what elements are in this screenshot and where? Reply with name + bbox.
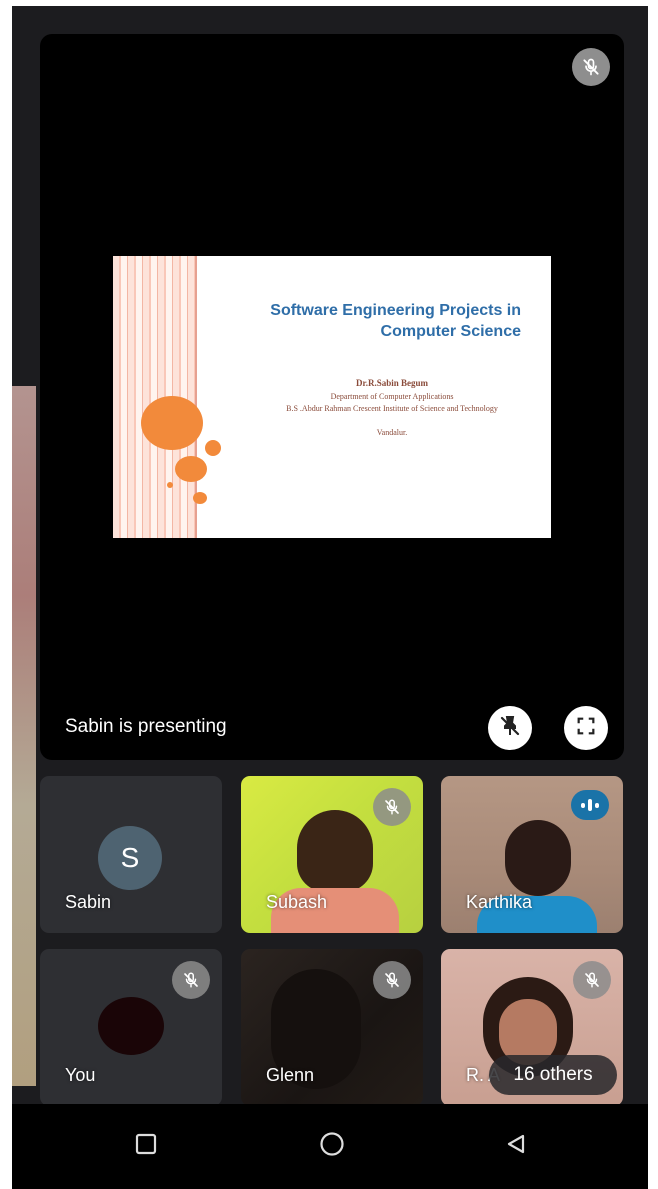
mic-off-icon [572,48,610,86]
slide-dot [205,440,221,456]
presentation-stage[interactable]: Software Engineering Projects in Compute… [40,34,624,760]
slide-author-name: Dr.R.Sabin Begum [356,378,428,388]
participant-tile-subash[interactable]: Subash [241,776,423,933]
video-feed [505,820,571,896]
participant-tile-karthika[interactable]: Karthika [441,776,623,933]
participant-name: Subash [266,892,328,912]
participant-name: Karthika [466,892,533,912]
pin-off-icon [498,714,522,743]
speaking-indicator-icon [571,790,609,820]
mic-off-icon [573,961,611,999]
participant-name: Glenn [266,1065,315,1085]
square-icon [135,1133,157,1160]
participant-tile-glenn[interactable]: Glenn [241,949,423,1106]
shared-slide: Software Engineering Projects in Compute… [113,256,551,538]
triangle-back-icon [505,1133,527,1160]
circle-icon [319,1131,345,1162]
slide-dot [175,456,207,482]
mic-off-icon [373,961,411,999]
slide-author-institute: B.S .Abdur Rahman Crescent Institute of … [286,404,498,413]
wallpaper-edge [12,386,36,1086]
participant-tile-sabin[interactable]: S Sabin [40,776,222,933]
participant-name: Sabin [65,892,112,912]
participant-name: You [65,1065,96,1085]
meet-screen: Software Engineering Projects in Compute… [12,6,648,1189]
recents-button[interactable] [106,1104,186,1189]
slide-dot [193,492,207,504]
system-navigation-bar [12,1104,648,1189]
presenting-status: Sabin is presenting [65,716,227,737]
slide-author-dept: Department of Computer Applications [330,392,454,401]
home-button[interactable] [292,1104,372,1189]
back-button[interactable] [476,1104,556,1189]
others-count-badge[interactable]: 16 others [489,1055,617,1095]
slide-dot [141,396,203,450]
slide-title: Software Engineering Projects in Compute… [270,302,521,340]
mic-off-icon [172,961,210,999]
slide-author-location: Vandalur. [376,428,408,437]
video-feed [297,810,373,892]
avatar: S [98,826,162,890]
participant-tile-you[interactable]: You [40,949,222,1106]
fullscreen-icon [575,715,597,742]
fullscreen-button[interactable] [564,706,608,750]
unpin-button[interactable] [488,706,532,750]
avatar [98,997,164,1055]
slide-dot [167,482,173,488]
participant-tile-others[interactable]: R. A 16 others [441,949,623,1106]
mic-off-icon [373,788,411,826]
